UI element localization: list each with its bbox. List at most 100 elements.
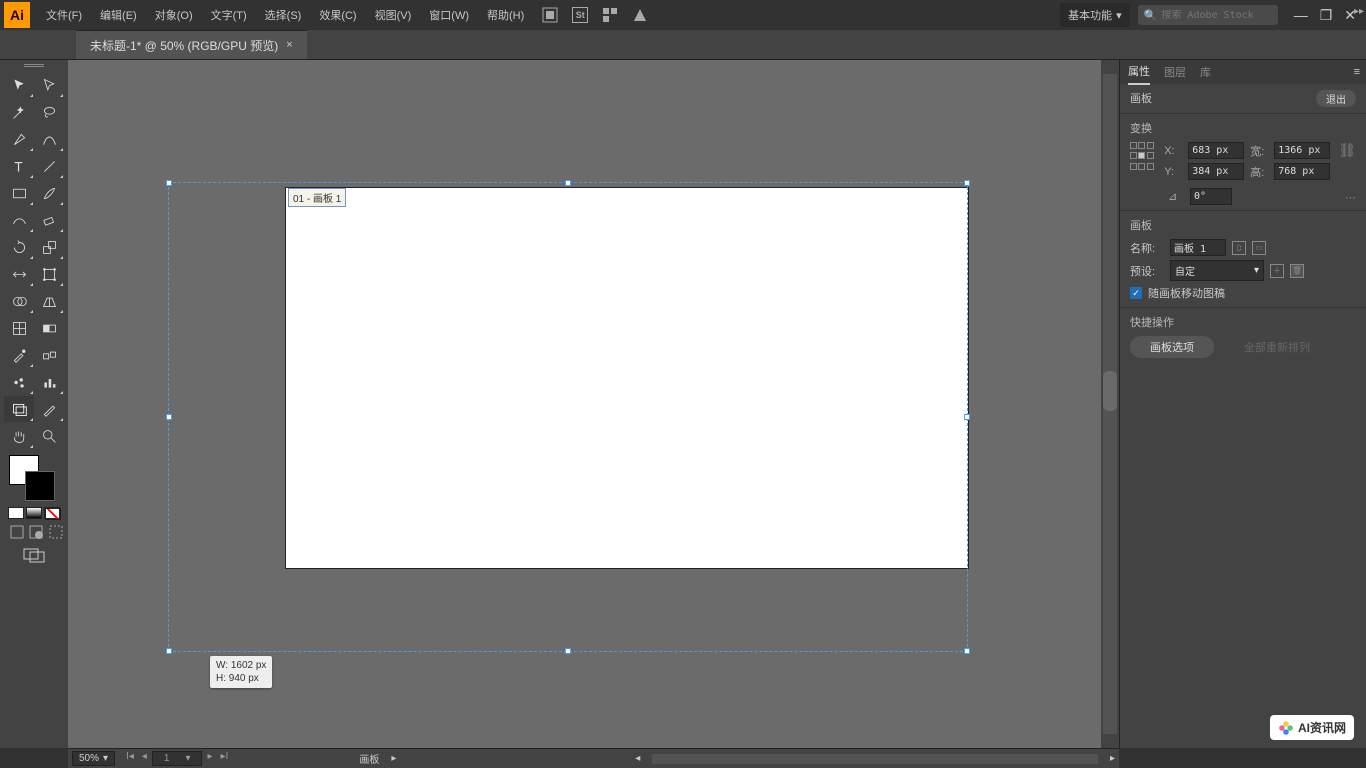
input-x[interactable] (1188, 142, 1244, 159)
menu-select[interactable]: 选择(S) (265, 7, 302, 23)
artboard-number-field[interactable]: 1▾ (152, 751, 203, 766)
artboard-tool[interactable] (4, 396, 34, 422)
menu-type[interactable]: 文字(T) (211, 7, 247, 23)
stock-search-input[interactable] (1161, 10, 1271, 21)
eraser-tool[interactable] (34, 207, 64, 233)
tab-layers[interactable]: 图层 (1164, 64, 1186, 80)
free-transform-tool[interactable] (34, 261, 64, 287)
panel-menu-icon[interactable]: ≡ (1354, 66, 1360, 78)
nav-prev-icon[interactable]: ◂ (139, 751, 150, 766)
new-artboard-icon[interactable]: ＋ (1270, 264, 1284, 278)
menu-file[interactable]: 文件(F) (46, 7, 82, 23)
stroke-swatch[interactable] (25, 471, 55, 501)
rectangle-tool[interactable] (4, 180, 34, 206)
tab-properties[interactable]: 属性 (1128, 63, 1150, 85)
draw-normal-icon[interactable] (10, 525, 25, 539)
screen-mode-button[interactable] (22, 547, 46, 566)
slice-tool[interactable] (34, 396, 64, 422)
panel-grip-icon[interactable] (24, 64, 44, 67)
restore-button[interactable]: ❐ (1320, 7, 1333, 24)
link-wh-icon[interactable]: ⛓ (1338, 142, 1356, 159)
stock-icon[interactable]: St (572, 7, 588, 23)
none-color-icon[interactable] (44, 507, 60, 519)
graph-tool[interactable] (34, 369, 64, 395)
selection-handle[interactable] (964, 180, 970, 186)
width-tool[interactable] (4, 261, 34, 287)
selection-handle[interactable] (565, 180, 571, 186)
menu-view[interactable]: 视图(V) (375, 7, 412, 23)
zoom-tool[interactable] (34, 423, 64, 449)
canvas[interactable]: 01 - 画板 1 W: 1602 px H: 940 px (68, 60, 1119, 748)
zoom-field[interactable]: 50%▾ (72, 751, 115, 766)
menu-edit[interactable]: 编辑(E) (100, 7, 137, 23)
scroll-thumb[interactable] (1103, 371, 1117, 411)
hand-tool[interactable] (4, 423, 34, 449)
input-width[interactable] (1274, 142, 1330, 159)
menu-help[interactable]: 帮助(H) (487, 7, 524, 23)
input-y[interactable] (1188, 163, 1244, 180)
mesh-tool[interactable] (4, 315, 34, 341)
gradient-tool[interactable] (34, 315, 64, 341)
preset-select[interactable]: 自定▾ (1170, 260, 1264, 281)
vertical-scrollbar[interactable] (1101, 60, 1119, 748)
gradient-icon[interactable] (26, 507, 42, 519)
selection-bounds[interactable] (168, 182, 968, 652)
orientation-landscape-icon[interactable]: ▭ (1252, 241, 1266, 255)
selection-handle[interactable] (166, 648, 172, 654)
document-tab[interactable]: 未标题-1* @ 50% (RGB/GPU 预览) × (76, 30, 307, 59)
shaper-tool[interactable] (4, 207, 34, 233)
artboard-name-input[interactable] (1170, 239, 1226, 256)
magic-wand-tool[interactable] (4, 99, 34, 125)
delete-artboard-icon[interactable]: 🗑 (1290, 264, 1304, 278)
curvature-tool[interactable] (34, 126, 64, 152)
eyedropper-tool[interactable] (4, 342, 34, 368)
lasso-tool[interactable] (34, 99, 64, 125)
panel-collapse-icon[interactable]: ▸▸ (1354, 6, 1364, 17)
nav-first-icon[interactable]: I◂ (123, 751, 137, 766)
pen-tool[interactable] (4, 126, 34, 152)
draw-behind-icon[interactable] (29, 525, 44, 539)
perspective-tool[interactable] (34, 288, 64, 314)
selection-handle[interactable] (166, 180, 172, 186)
hscroll-right-icon[interactable]: ▸ (1110, 753, 1115, 764)
color-swatches[interactable] (5, 455, 63, 503)
solid-color-icon[interactable] (8, 507, 24, 519)
input-height[interactable] (1274, 163, 1330, 180)
nav-last-icon[interactable]: ▸I (218, 751, 232, 766)
selection-tool[interactable] (4, 72, 34, 98)
menu-window[interactable]: 窗口(W) (429, 7, 469, 23)
menu-object[interactable]: 对象(O) (155, 7, 193, 23)
reference-point-icon[interactable] (1130, 142, 1154, 172)
artboard-options-button[interactable]: 画板选项 (1130, 336, 1214, 358)
exit-button[interactable]: 退出 (1316, 90, 1356, 107)
more-options-icon[interactable]: ⋯ (1345, 191, 1356, 204)
bridge-icon[interactable] (542, 7, 558, 23)
input-angle[interactable] (1190, 188, 1232, 205)
selection-handle[interactable] (964, 648, 970, 654)
line-tool[interactable] (34, 153, 64, 179)
stock-search[interactable]: 🔍 (1138, 5, 1278, 25)
rearrange-all-button[interactable]: 全部重新排列 (1224, 336, 1330, 358)
selection-handle[interactable] (964, 414, 970, 420)
rotate-tool[interactable] (4, 234, 34, 260)
nav-next-icon[interactable]: ▸ (204, 751, 215, 766)
direct-selection-tool[interactable] (34, 72, 64, 98)
move-with-artboard-checkbox[interactable]: ✓ 随画板移动图稿 (1130, 285, 1356, 301)
close-tab-icon[interactable]: × (286, 39, 292, 51)
paintbrush-tool[interactable] (34, 180, 64, 206)
tab-libraries[interactable]: 库 (1200, 64, 1211, 80)
status-menu-icon[interactable]: ▸ (391, 753, 396, 764)
arrange-icon[interactable] (602, 7, 618, 23)
orientation-portrait-icon[interactable]: ▯ (1232, 241, 1246, 255)
shape-builder-tool[interactable] (4, 288, 34, 314)
gpu-icon[interactable] (632, 7, 648, 23)
selection-handle[interactable] (166, 414, 172, 420)
type-tool[interactable]: T (4, 153, 34, 179)
menu-effect[interactable]: 效果(C) (319, 7, 356, 23)
horizontal-scrollbar[interactable] (652, 754, 1098, 764)
minimize-button[interactable]: — (1294, 7, 1308, 24)
workspace-selector[interactable]: 基本功能 ▾ (1060, 3, 1130, 27)
selection-handle[interactable] (565, 648, 571, 654)
scale-tool[interactable] (34, 234, 64, 260)
draw-inside-icon[interactable] (49, 525, 64, 539)
